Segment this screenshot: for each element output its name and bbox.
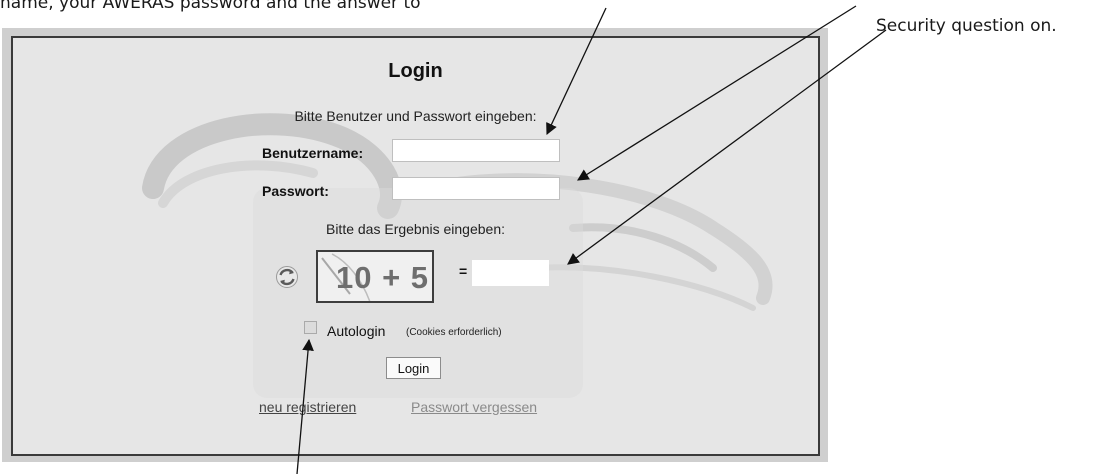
arrow-icon: [567, 29, 887, 265]
arrow-icon: [546, 7, 607, 136]
arrow-icon: [296, 338, 314, 474]
annotation-arrows: [296, 5, 887, 474]
